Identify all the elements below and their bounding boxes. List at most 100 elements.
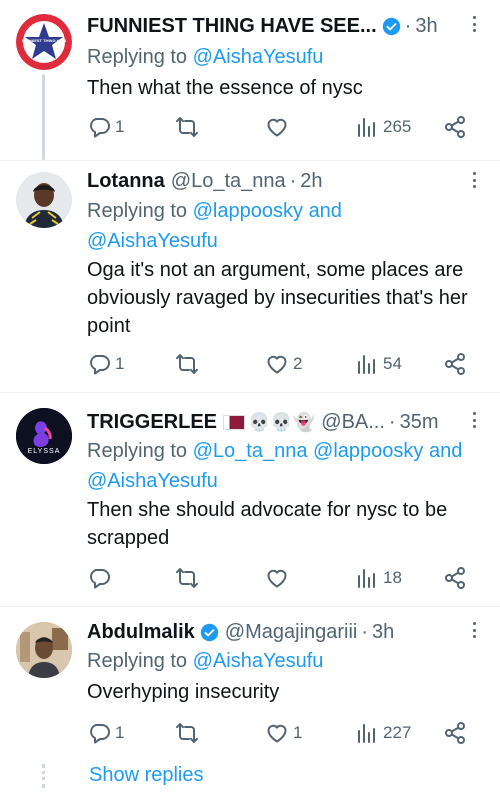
separator: · <box>388 410 396 433</box>
timestamp[interactable]: 2h <box>300 170 322 193</box>
tweet-text: Overhyping insecurity <box>87 681 280 703</box>
views-button[interactable]: 54 <box>355 351 402 377</box>
retweet-button[interactable] <box>175 114 199 140</box>
reply-tweet[interactable]: Lotanna @Lo_ta_nna · 2h Replying to @lap… <box>0 160 500 392</box>
retweet-icon <box>176 354 198 374</box>
thread-line <box>42 764 45 788</box>
reply-button[interactable] <box>87 565 111 591</box>
tweet-text: Then she should advocate for nysc to be … <box>87 499 448 549</box>
like-button[interactable]: 1 <box>265 720 302 746</box>
display-name[interactable]: Lotanna <box>87 170 165 193</box>
username[interactable]: @Lo_ta_nna <box>171 170 286 193</box>
more-icon[interactable] <box>470 14 478 34</box>
tweet-header: FUNNIEST THING HAVE SEE... · 3h <box>87 13 450 39</box>
views-icon <box>358 569 375 588</box>
mention-link[interactable]: @lappoosky <box>193 200 303 222</box>
mention-joiner: and <box>308 200 342 222</box>
like-button[interactable] <box>265 114 289 140</box>
verified-badge-icon <box>200 623 219 641</box>
reply-tweet[interactable]: Abdulmalik @Magajingariii · 3h Replying … <box>0 606 500 802</box>
reply-tweet[interactable]: ELYSSA TRIGGERLEE 💀💀👻 @BA... · 35m Reply… <box>0 392 500 606</box>
replying-to: Replying to @Lo_ta_nna @lappoosky and @A… <box>87 436 480 496</box>
tweet-header: TRIGGERLEE 💀💀👻 @BA... · 35m <box>87 409 450 435</box>
reply-icon <box>90 355 110 375</box>
separator: · <box>404 14 412 37</box>
timestamp[interactable]: 3h <box>372 621 394 644</box>
action-bar: 1 2 54 <box>87 351 476 377</box>
views-count: 18 <box>383 568 402 587</box>
avatar[interactable]: ELYSSA <box>16 408 72 464</box>
reply-icon <box>90 569 110 589</box>
verified-badge-icon <box>382 17 400 35</box>
views-button[interactable]: 227 <box>355 720 411 746</box>
username[interactable]: @BA... <box>321 411 385 434</box>
retweet-icon <box>176 568 198 588</box>
views-count: 265 <box>383 117 412 136</box>
like-count: 1 <box>293 723 303 742</box>
separator: · <box>361 620 369 643</box>
views-button[interactable]: 265 <box>355 114 411 140</box>
share-button[interactable] <box>443 565 467 591</box>
more-icon[interactable] <box>470 170 478 190</box>
thread-line <box>42 74 45 160</box>
like-button[interactable]: 2 <box>265 351 302 377</box>
retweet-icon <box>176 117 198 137</box>
views-icon <box>358 355 375 374</box>
action-bar: 1 265 <box>87 114 476 140</box>
replying-label: Replying to <box>87 46 188 68</box>
reply-icon <box>90 118 110 138</box>
retweet-button[interactable] <box>175 565 199 591</box>
views-icon <box>358 724 375 743</box>
views-count: 54 <box>383 354 402 373</box>
reply-count: 1 <box>115 354 125 373</box>
more-icon[interactable] <box>470 620 478 640</box>
views-count: 227 <box>383 723 412 742</box>
username[interactable]: @Magajingariii <box>225 621 358 644</box>
qatar-flag-icon <box>223 414 246 430</box>
heart-icon <box>267 569 287 588</box>
replying-label: Replying to <box>87 650 188 672</box>
display-name[interactable]: Abdulmalik <box>87 621 195 644</box>
replying-label: Replying to <box>87 440 188 462</box>
share-icon <box>445 353 465 375</box>
views-button[interactable]: 18 <box>355 565 402 591</box>
timestamp[interactable]: 3h <box>415 15 437 38</box>
avatar[interactable] <box>16 622 72 678</box>
heart-icon <box>267 355 287 374</box>
tweet-header: Abdulmalik @Magajingariii · 3h <box>87 619 450 645</box>
avatar[interactable]: FUNNIEST THING HAVE SEEN <box>16 14 72 70</box>
retweet-button[interactable] <box>175 351 199 377</box>
mention-link[interactable]: @AishaYesufu <box>87 230 218 252</box>
timestamp[interactable]: 35m <box>400 411 439 434</box>
like-button[interactable] <box>265 565 289 591</box>
replying-label: Replying to <box>87 200 188 222</box>
display-name[interactable]: FUNNIEST THING HAVE SEE... <box>87 15 377 38</box>
reply-button[interactable]: 1 <box>87 114 124 140</box>
heart-icon <box>267 724 287 743</box>
avatar-logo-text: ELYSSA <box>27 448 61 455</box>
mention-link[interactable]: @AishaYesufu <box>87 470 218 492</box>
share-button[interactable] <box>443 114 467 140</box>
tweet-text: Then what the essence of nysc <box>87 77 363 99</box>
heart-icon <box>267 118 287 137</box>
share-button[interactable] <box>443 351 467 377</box>
replying-to: Replying to @AishaYesufu <box>87 42 480 72</box>
mention-link[interactable]: @Lo_ta_nna <box>193 440 308 462</box>
more-icon[interactable] <box>470 410 478 430</box>
show-replies-link[interactable]: Show replies <box>89 764 204 787</box>
reply-tweet[interactable]: FUNNIEST THING HAVE SEEN FUNNIEST THING … <box>0 0 500 160</box>
replying-to: Replying to @AishaYesufu <box>87 646 480 676</box>
retweet-icon <box>176 723 198 743</box>
display-name[interactable]: TRIGGERLEE <box>87 411 217 434</box>
mention-link[interactable]: @lappoosky <box>313 440 423 462</box>
tweet-header: Lotanna @Lo_ta_nna · 2h <box>87 168 450 194</box>
share-button[interactable] <box>443 720 467 746</box>
avatar[interactable] <box>16 172 72 228</box>
action-bar: 1 1 227 <box>87 720 476 746</box>
reply-button[interactable]: 1 <box>87 720 124 746</box>
reply-count: 1 <box>115 117 125 136</box>
retweet-button[interactable] <box>175 720 199 746</box>
reply-button[interactable]: 1 <box>87 351 124 377</box>
mention-link[interactable]: @AishaYesufu <box>193 46 324 68</box>
mention-link[interactable]: @AishaYesufu <box>193 650 324 672</box>
